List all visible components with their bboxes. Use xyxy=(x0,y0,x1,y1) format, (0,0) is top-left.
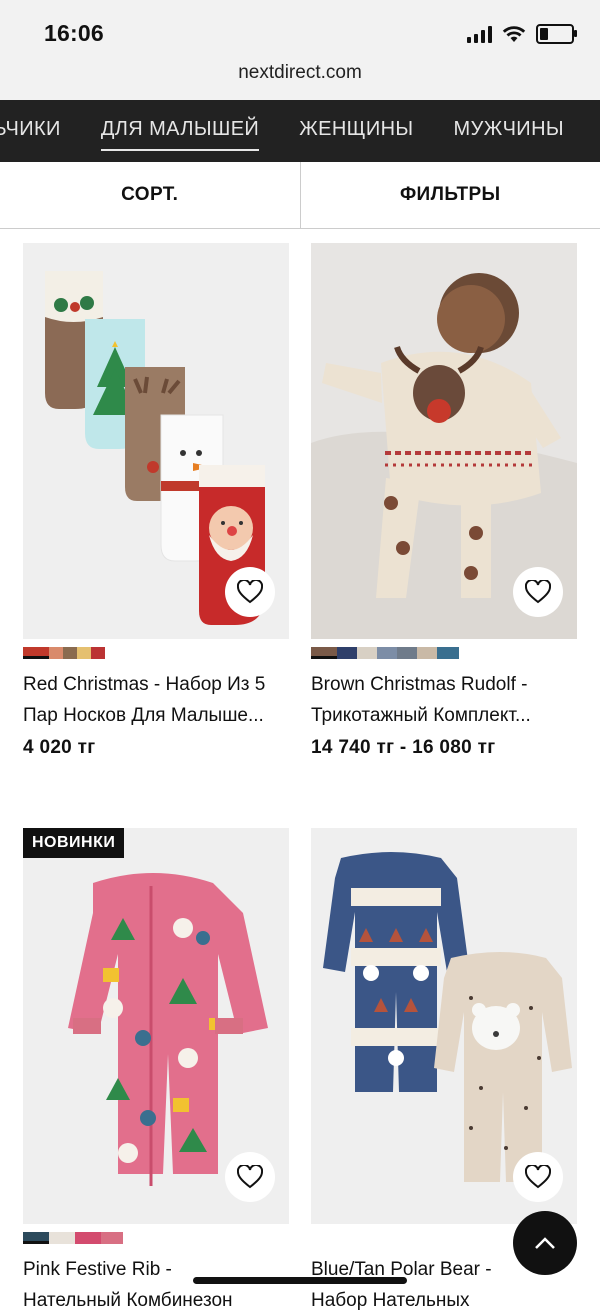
favorite-button[interactable] xyxy=(513,1152,563,1202)
category-item-men[interactable]: МУЖЧИНЫ xyxy=(454,118,565,145)
color-swatch[interactable] xyxy=(397,647,417,659)
address-bar[interactable]: nextdirect.com xyxy=(0,62,600,84)
heart-outline-icon xyxy=(525,1165,551,1189)
color-swatches xyxy=(23,647,105,661)
heart-outline-icon xyxy=(525,580,551,604)
product-price: 14 740 тг - 16 080 тг xyxy=(311,737,495,759)
color-swatch[interactable] xyxy=(437,647,459,659)
color-swatch[interactable] xyxy=(23,647,49,659)
product-image[interactable] xyxy=(23,243,289,639)
status-time: 16:06 xyxy=(44,20,104,47)
product-title[interactable]: Red Christmas - Набор Из 5 Пар Носков Дл… xyxy=(23,669,293,731)
favorite-button[interactable] xyxy=(225,1152,275,1202)
color-swatch[interactable] xyxy=(417,647,437,659)
heart-outline-icon xyxy=(237,580,263,604)
color-swatch[interactable] xyxy=(357,647,377,659)
product-title[interactable]: Brown Christmas Rudolf - Трикотажный Ком… xyxy=(311,669,581,731)
color-swatch[interactable] xyxy=(63,647,77,659)
color-swatch[interactable] xyxy=(75,1232,101,1244)
color-swatches xyxy=(23,1232,123,1246)
product-title-line: Нательный Комбинезон xyxy=(23,1285,293,1316)
color-swatch[interactable] xyxy=(101,1232,123,1244)
color-swatch[interactable] xyxy=(49,647,63,659)
wifi-icon xyxy=(502,25,526,43)
status-icons xyxy=(467,24,574,44)
product-image[interactable] xyxy=(311,243,577,639)
product-title-line: Набор Нательных xyxy=(311,1285,581,1316)
color-swatch[interactable] xyxy=(337,647,357,659)
battery-icon xyxy=(536,24,574,44)
color-swatch[interactable] xyxy=(49,1232,75,1244)
product-title-line: Трикотажный Комплект... xyxy=(311,700,581,731)
color-swatch[interactable] xyxy=(91,647,105,659)
category-item-babies[interactable]: ДЛЯ МАЛЫШЕЙ xyxy=(101,118,259,145)
product-title-line: Red Christmas - Набор Из 5 xyxy=(23,669,293,700)
favorite-button[interactable] xyxy=(513,567,563,617)
sort-filter-bar: СОРТ. ФИЛЬТРЫ xyxy=(0,162,600,229)
product-title[interactable]: Pink Festive Rib - Нательный Комбинезон xyxy=(23,1254,293,1316)
cellular-signal-icon xyxy=(467,25,492,43)
product-image[interactable] xyxy=(23,828,289,1224)
category-item-boys[interactable]: ЛЬЧИКИ xyxy=(0,118,61,145)
scroll-to-top-button[interactable] xyxy=(513,1211,577,1275)
filter-button[interactable]: ФИЛЬТРЫ xyxy=(300,162,600,228)
color-swatch[interactable] xyxy=(311,647,337,659)
color-swatches xyxy=(311,647,459,661)
color-swatch[interactable] xyxy=(23,1232,49,1244)
chevron-up-icon xyxy=(534,1236,556,1250)
product-title-line: Brown Christmas Rudolf - xyxy=(311,669,581,700)
category-nav: ЛЬЧИКИ ДЛЯ МАЛЫШЕЙ ЖЕНЩИНЫ МУЖЧИНЫ xyxy=(0,100,600,162)
new-badge: НОВИНКИ xyxy=(23,828,124,858)
heart-outline-icon xyxy=(237,1165,263,1189)
favorite-button[interactable] xyxy=(225,567,275,617)
sort-button[interactable]: СОРТ. xyxy=(0,162,300,228)
category-item-women[interactable]: ЖЕНЩИНЫ xyxy=(299,118,413,145)
product-title-line: Пар Носков Для Малыше... xyxy=(23,700,293,731)
product-image[interactable] xyxy=(311,828,577,1224)
home-indicator[interactable] xyxy=(193,1277,407,1284)
product-price: 4 020 тг xyxy=(23,737,95,759)
color-swatch[interactable] xyxy=(377,647,397,659)
status-bar: 16:06 nextdirect.com xyxy=(0,0,600,100)
color-swatch[interactable] xyxy=(77,647,91,659)
